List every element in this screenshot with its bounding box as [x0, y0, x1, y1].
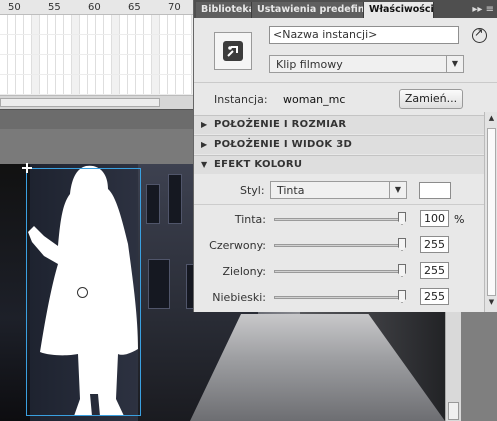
red-slider-thumb[interactable]: [398, 238, 406, 251]
red-value-input[interactable]: 255: [420, 236, 449, 253]
green-label: Zielony:: [222, 265, 266, 278]
timeline-ruler[interactable]: 50 55 60 65 70: [0, 0, 193, 15]
section-label: POŁOŻENIE I ROZMIAR: [214, 119, 347, 130]
panel-menu-icon[interactable]: ▸▸ ≡: [472, 4, 494, 15]
slider-row-green: Zielony: 255: [194, 259, 484, 285]
symbol-type-select[interactable]: Klip filmowy ▼: [269, 55, 464, 73]
stage-vertical-scrollbar[interactable]: [445, 312, 461, 421]
color-style-row: Styl: Tinta ▼: [194, 175, 484, 205]
section-position-3d[interactable]: ▶ POŁOŻENIE I WIDOK 3D: [194, 135, 484, 154]
transformation-point-icon[interactable]: [77, 287, 88, 298]
pasteboard: [0, 129, 193, 164]
chevron-down-icon: ▼: [389, 182, 406, 198]
chevron-down-icon: ▼: [446, 56, 463, 72]
section-position-size[interactable]: ▶ POŁOŻENIE I ROZMIAR: [194, 115, 484, 134]
slider-row-blue: Niebieski: 255: [194, 285, 484, 311]
scroll-down-icon[interactable]: ▼: [485, 298, 497, 310]
scrollbar-thumb[interactable]: [0, 98, 160, 107]
slider-row-red: Czerwony: 255: [194, 233, 484, 259]
instance-header: <Nazwa instancji> Klip filmowy ▼: [194, 18, 497, 82]
scroll-up-icon[interactable]: ▲: [485, 114, 497, 126]
tint-unit: %: [454, 213, 465, 226]
edit-symbol-icon[interactable]: [472, 26, 487, 43]
scrollbar-thumb[interactable]: [487, 128, 496, 296]
instance-row: Instancja: woman_mc Zamień...: [194, 82, 497, 112]
instance-value: woman_mc: [283, 93, 346, 106]
swap-button[interactable]: Zamień...: [399, 89, 463, 109]
layer-row[interactable]: [0, 15, 193, 35]
panel-tabs: Biblioteka Ustawienia predefiniow Właści…: [194, 0, 497, 18]
tint-color-swatch[interactable]: [419, 182, 451, 199]
tint-slider-track[interactable]: [274, 218, 406, 221]
section-color-effect[interactable]: ▼ EFEKT KOLORU: [194, 155, 484, 174]
ruler-label: 65: [128, 2, 141, 13]
triangle-right-icon: ▶: [201, 140, 208, 149]
layer-row[interactable]: [0, 55, 193, 75]
blue-label: Niebieski:: [212, 291, 266, 304]
workspace-gutter: [461, 312, 497, 421]
tint-slider-thumb[interactable]: [398, 212, 406, 225]
instance-label: Instancja:: [214, 93, 268, 106]
blue-value-input[interactable]: 255: [420, 288, 449, 305]
section-label: EFEKT KOLORU: [214, 159, 303, 170]
timeline-frames[interactable]: [0, 15, 193, 95]
slider-row-tint: Tinta: 100 %: [194, 207, 484, 233]
red-slider-track[interactable]: [274, 244, 406, 247]
layer-row[interactable]: [0, 75, 193, 95]
color-style-value: Tinta: [277, 184, 305, 197]
tint-label: Tinta:: [234, 213, 266, 226]
registration-point-icon: [22, 163, 32, 173]
blue-slider-track[interactable]: [274, 296, 406, 299]
triangle-right-icon: ▶: [201, 120, 208, 129]
symbol-type-value: Klip filmowy: [276, 58, 343, 71]
green-value-input[interactable]: 255: [420, 262, 449, 279]
green-slider-track[interactable]: [274, 270, 406, 273]
instance-name-input[interactable]: <Nazwa instancji>: [269, 26, 459, 44]
triangle-down-icon: ▼: [201, 160, 208, 169]
timeline: 50 55 60 65 70: [0, 0, 193, 95]
edit-bar: [0, 109, 193, 129]
ruler-label: 55: [48, 2, 61, 13]
green-slider-thumb[interactable]: [398, 264, 406, 277]
tab-presets[interactable]: Ustawienia predefiniow: [252, 2, 364, 18]
ruler-label: 60: [88, 2, 101, 13]
tint-value-input[interactable]: 100: [420, 210, 449, 227]
red-label: Czerwony:: [209, 239, 266, 252]
scrollbar-thumb[interactable]: [448, 402, 459, 420]
properties-panel: Biblioteka Ustawienia predefiniow Właści…: [193, 0, 497, 312]
ruler-label: 70: [168, 2, 181, 13]
tab-library[interactable]: Biblioteka: [196, 2, 252, 18]
movie-clip-symbol-icon: [214, 32, 252, 70]
ruler-label: 50: [8, 2, 21, 13]
tab-properties[interactable]: Właściwości: [364, 2, 434, 18]
section-label: POŁOŻENIE I WIDOK 3D: [214, 139, 353, 150]
color-style-select[interactable]: Tinta ▼: [270, 181, 407, 199]
layer-row[interactable]: [0, 35, 193, 55]
style-label: Styl:: [240, 184, 265, 197]
timeline-scrollbar[interactable]: [0, 95, 193, 109]
panel-vertical-scrollbar[interactable]: ▲ ▼: [484, 112, 497, 312]
blue-slider-thumb[interactable]: [398, 290, 406, 303]
